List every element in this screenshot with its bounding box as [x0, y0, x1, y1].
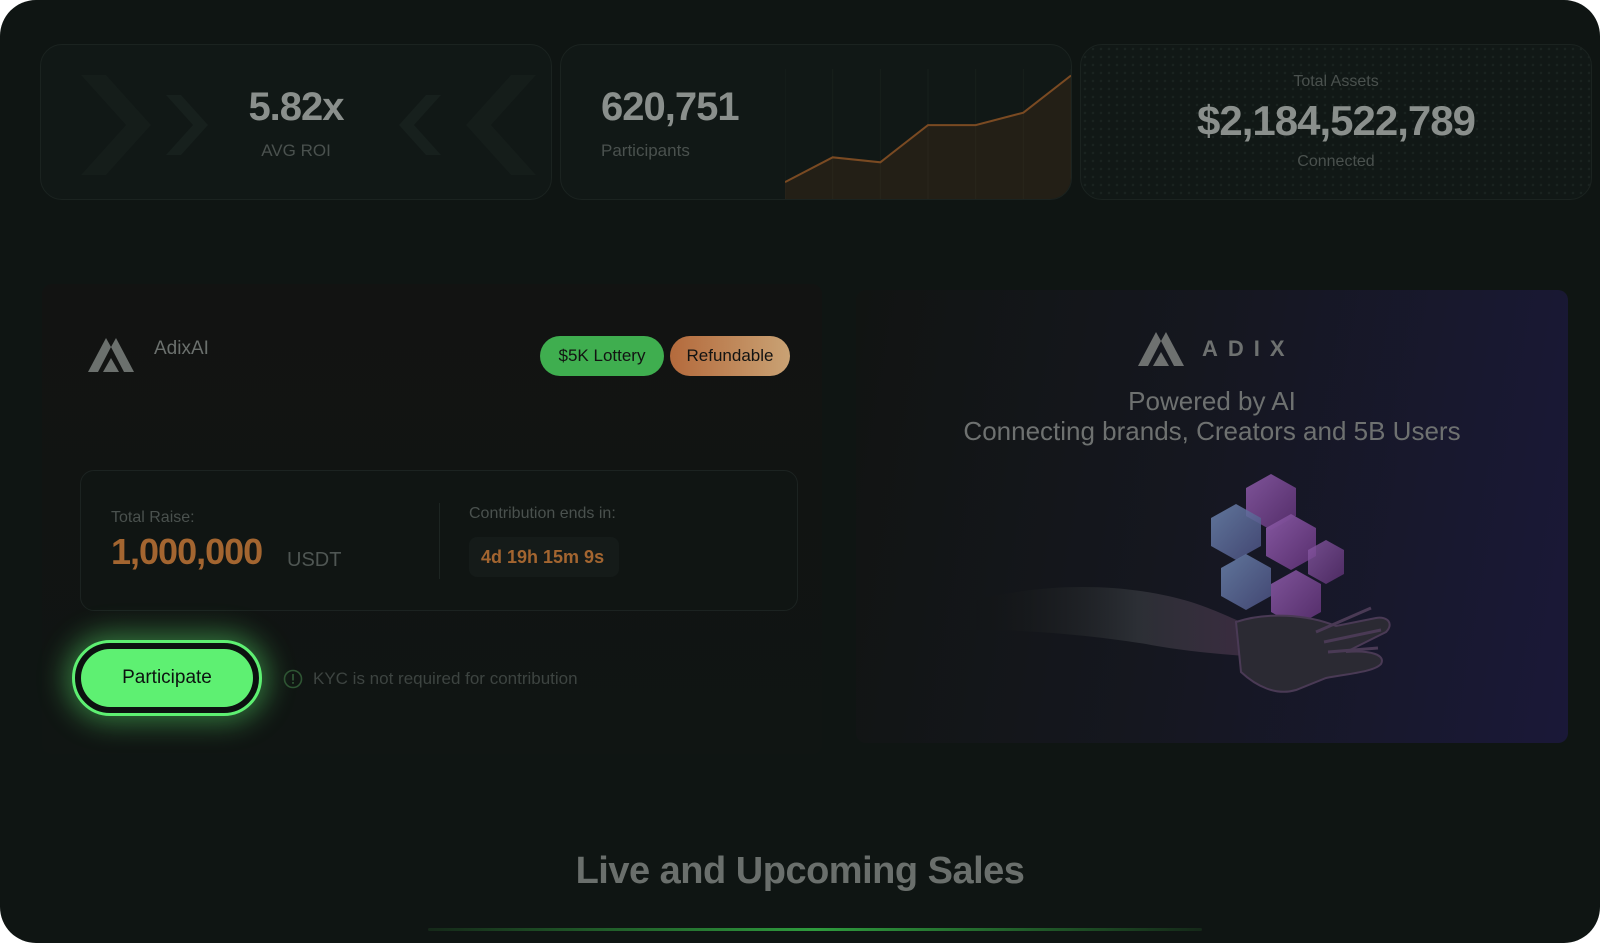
refundable-badge: Refundable: [670, 336, 790, 376]
total-raise-label: Total Raise:: [111, 509, 195, 526]
total-raise-amount: 1,000,000: [111, 531, 263, 572]
section-underline: [428, 928, 1202, 931]
total-raise-currency: USDT: [287, 549, 342, 571]
promo-line-1: Powered by AI: [1128, 386, 1296, 416]
info-divider: [439, 503, 440, 579]
lottery-badge: $5K Lottery: [540, 336, 664, 376]
section-title: Live and Upcoming Sales: [575, 850, 1025, 892]
roi-value: 5.82x: [248, 85, 344, 129]
participate-label: Participate: [81, 649, 253, 707]
adix-brand-logo-icon: [1138, 332, 1184, 366]
robot-hand-icon: [976, 587, 1391, 693]
participants-label: Participants: [601, 141, 690, 160]
participants-trend-chart: [785, 69, 1071, 199]
participate-button[interactable]: Participate: [72, 640, 262, 716]
contribution-label: Contribution ends in:: [469, 505, 616, 522]
raise-info-box: Total Raise: 1,000,000 USDT Contribution…: [80, 470, 798, 611]
assets-value: $2,184,522,789: [1197, 97, 1476, 144]
assets-caption: Total Assets: [1293, 73, 1379, 90]
promo-brand: ADIX: [1202, 336, 1295, 361]
roi-label: AVG ROI: [261, 141, 331, 160]
roi-stat-card: 5.82x AVG ROI: [40, 44, 552, 200]
app-frame: 5.82x AVG ROI 620,751 Participants Total…: [0, 0, 1600, 943]
promo-line-2: Connecting brands, Creators and 5B Users: [963, 416, 1461, 446]
assets-label: Connected: [1297, 153, 1375, 170]
adix-logo-icon: [88, 338, 134, 372]
assets-stat-card: Total Assets $2,184,522,789 Connected: [1080, 44, 1592, 200]
info-circle-icon: [283, 669, 303, 689]
project-name: AdixAI: [154, 338, 209, 359]
participants-value: 620,751: [601, 85, 740, 129]
kyc-note: KYC is not required for contribution: [313, 669, 578, 688]
promo-banner[interactable]: ADIX Powered by AI Connecting brands, Cr…: [856, 290, 1568, 743]
participants-stat-card: 620,751 Participants: [560, 44, 1072, 200]
countdown-text: 4d 19h 15m 9s: [481, 547, 605, 567]
countdown-badge: 4d 19h 15m 9s: [469, 537, 619, 577]
